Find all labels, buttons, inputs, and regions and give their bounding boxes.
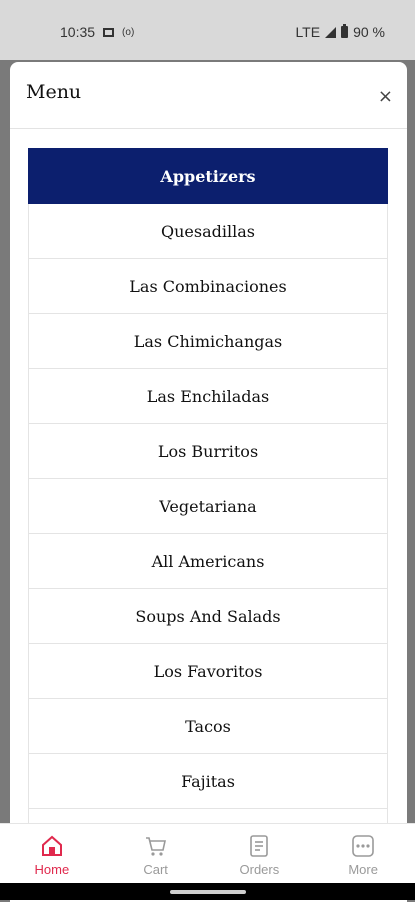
category-item-soups-and-salads[interactable]: Soups And Salads (28, 589, 388, 644)
status-left: 10:35 (o) (60, 24, 134, 40)
orders-icon (247, 834, 271, 858)
home-icon (40, 834, 64, 858)
category-item-las-combinaciones[interactable]: Las Combinaciones (28, 259, 388, 314)
nav-more-label: More (348, 862, 378, 877)
menu-header: Menu × (10, 62, 407, 129)
cart-icon (144, 834, 168, 858)
nav-home-label: Home (34, 862, 70, 877)
more-icon (351, 834, 375, 858)
category-item-los-favoritos[interactable]: Los Favoritos (28, 644, 388, 699)
signal-icon (325, 26, 337, 38)
category-item-las-chimichangas[interactable]: Las Chimichangas (28, 314, 388, 369)
status-bar: 10:35 (o) LTE 90 % (0, 0, 415, 60)
category-item-tacos[interactable]: Tacos (28, 699, 388, 754)
sim-card-icon (103, 27, 115, 37)
category-item-quesadillas[interactable]: Quesadillas (28, 204, 388, 259)
category-item-all-americans[interactable]: All Americans (28, 534, 388, 589)
radio-icon: (o) (122, 26, 135, 38)
network-label: LTE (295, 24, 321, 40)
category-list: Appetizers Quesadillas Las Combinaciones… (28, 148, 388, 864)
nav-orders[interactable]: Orders (208, 824, 312, 884)
gesture-bar (0, 883, 415, 900)
nav-home[interactable]: Home (0, 824, 104, 884)
category-item-vegetariana[interactable]: Vegetariana (28, 479, 388, 534)
category-item-las-enchiladas[interactable]: Las Enchiladas (28, 369, 388, 424)
category-item-appetizers[interactable]: Appetizers (28, 148, 388, 204)
menu-sheet: Menu × Appetizers Quesadillas Las Combin… (10, 62, 407, 902)
close-icon[interactable]: × (378, 86, 393, 107)
category-item-los-burritos[interactable]: Los Burritos (28, 424, 388, 479)
bottom-nav: Home Cart Orders More (0, 823, 415, 884)
category-item-fajitas[interactable]: Fajitas (28, 754, 388, 809)
nav-cart[interactable]: Cart (104, 824, 208, 884)
battery-icon (341, 24, 349, 38)
nav-orders-label: Orders (239, 862, 280, 877)
nav-cart-label: Cart (143, 862, 168, 877)
nav-more[interactable]: More (311, 824, 415, 884)
status-time: 10:35 (60, 24, 96, 40)
menu-title: Menu (26, 81, 82, 103)
status-right: LTE 90 % (295, 24, 385, 40)
gesture-handle[interactable] (170, 890, 246, 894)
battery-percent: 90 % (353, 24, 385, 40)
